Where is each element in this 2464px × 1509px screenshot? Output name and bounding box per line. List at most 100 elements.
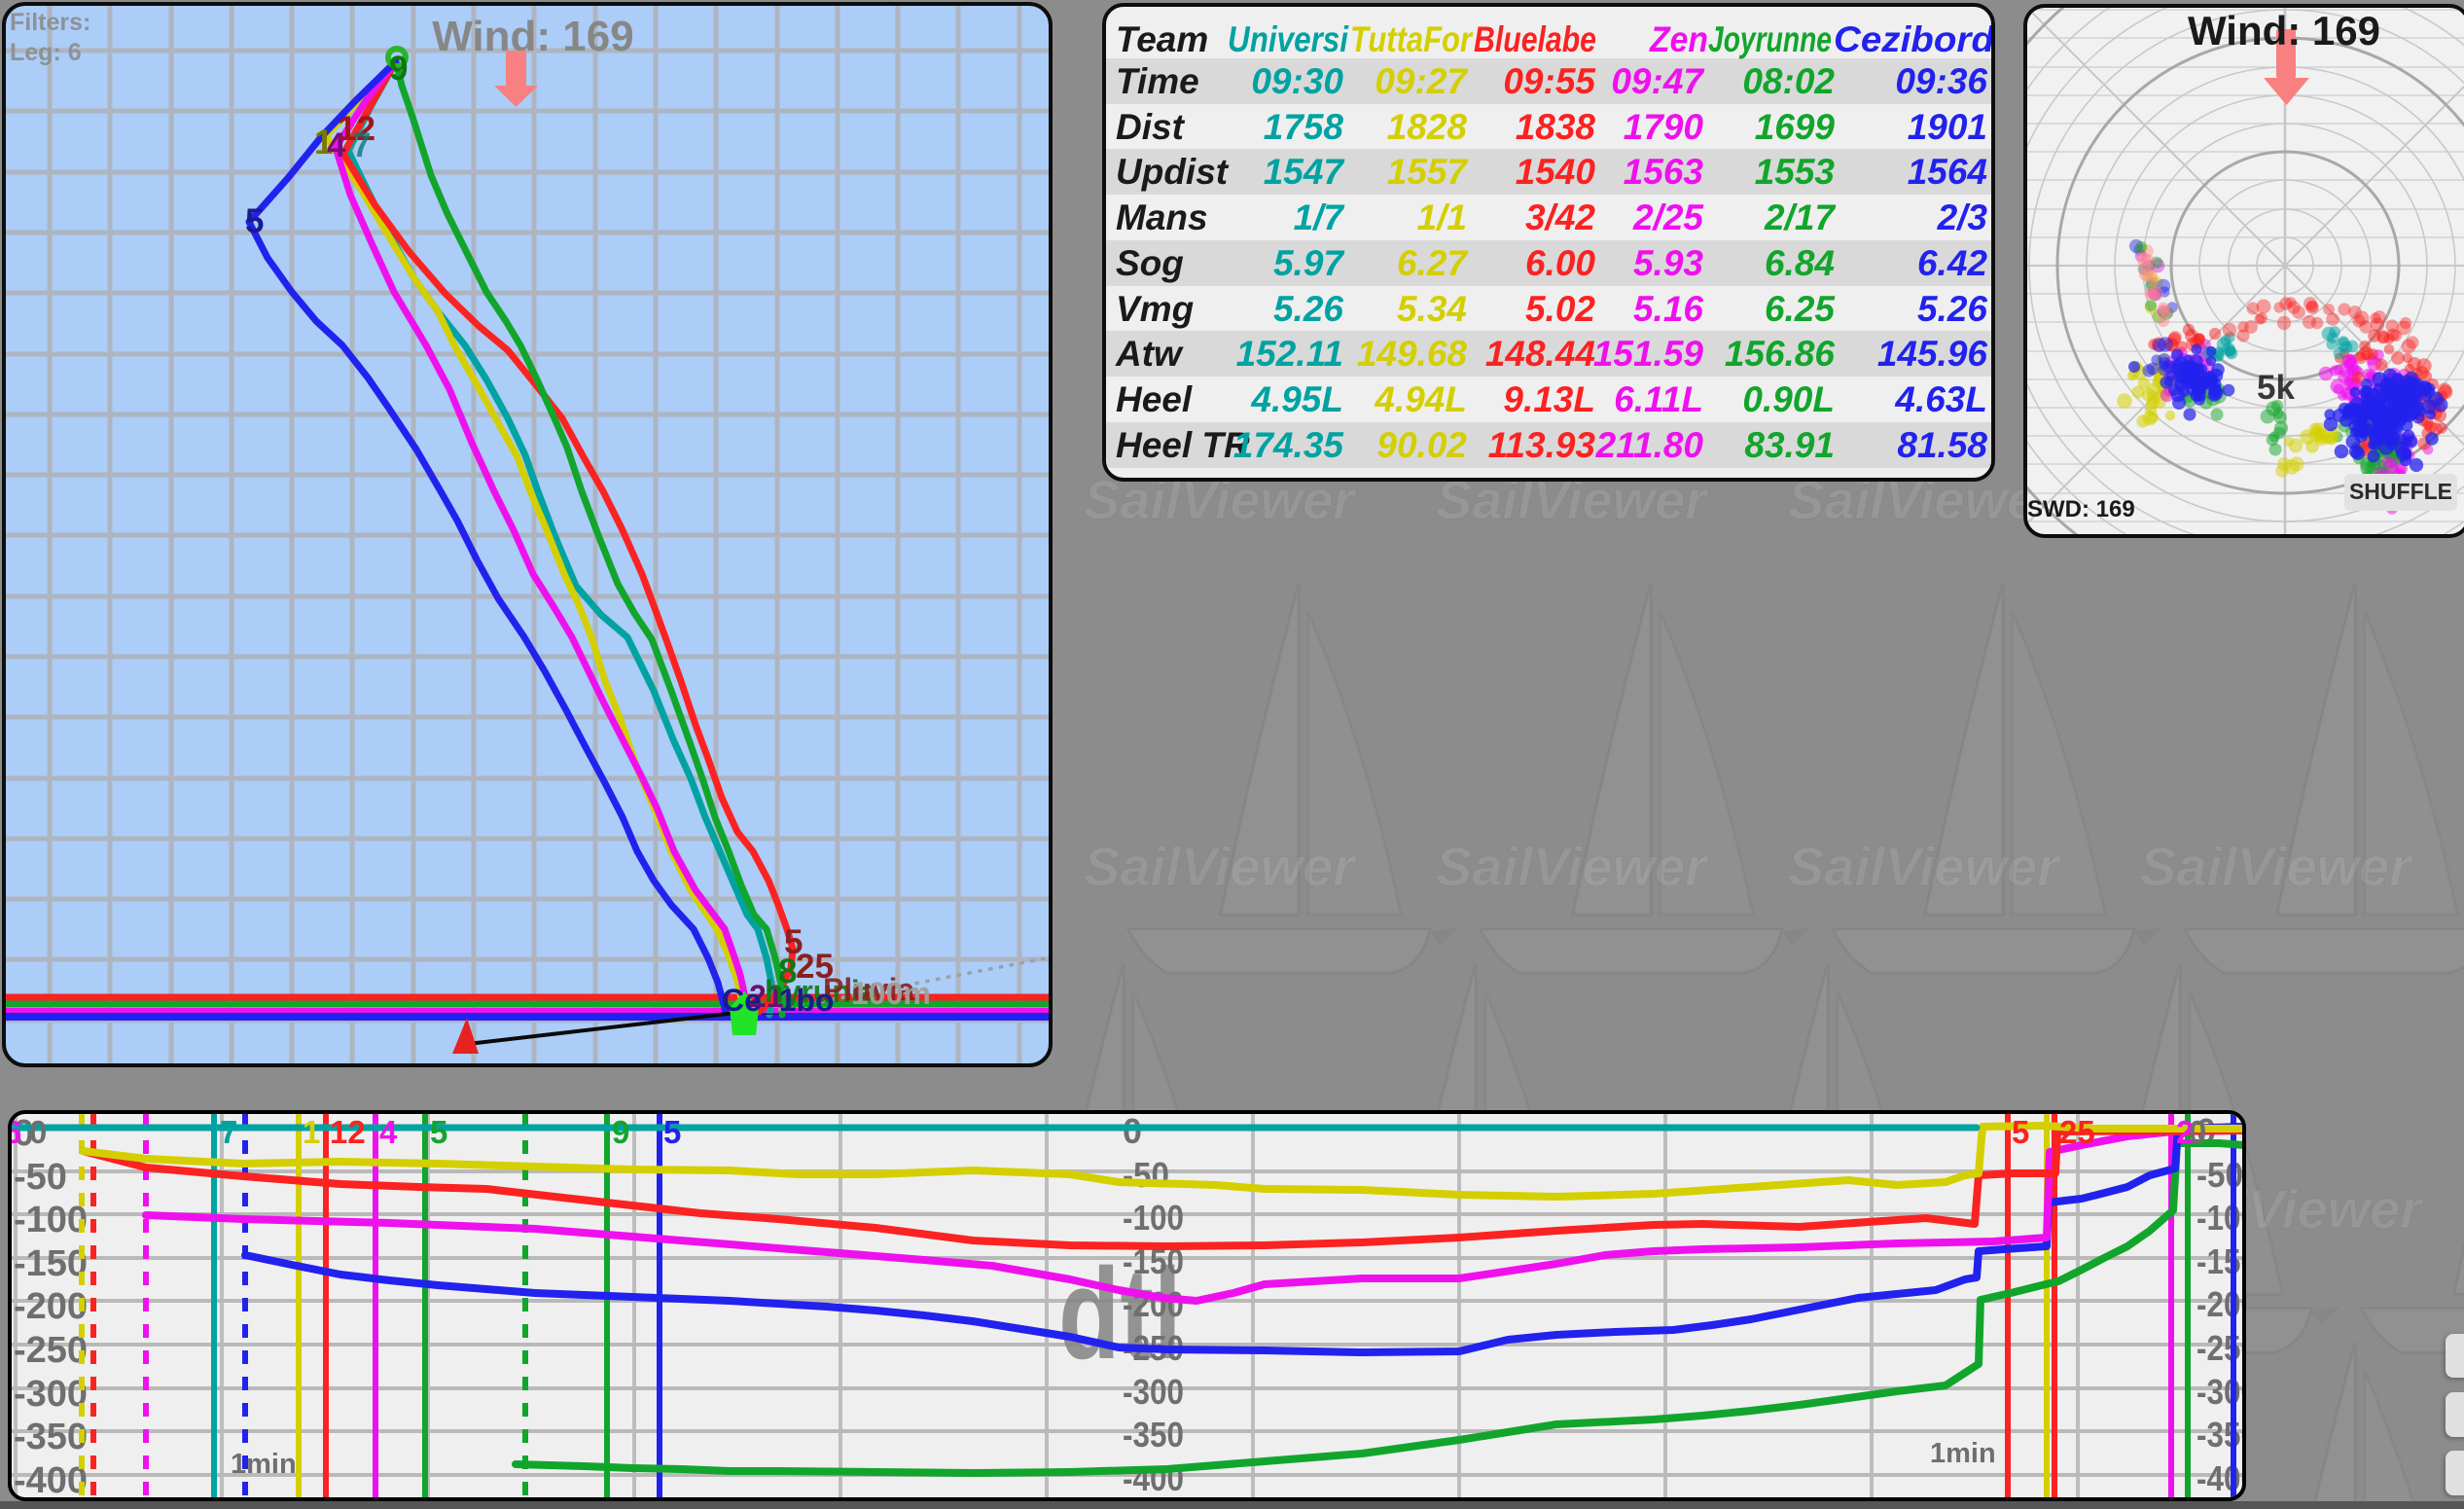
svg-text:2/25: 2/25 [1632, 198, 1704, 237]
svg-text:1564: 1564 [1908, 152, 1987, 192]
svg-text:Cezibord: Cezibord [1834, 19, 1991, 59]
svg-text:113.93: 113.93 [1488, 425, 1596, 465]
svg-text:09:27: 09:27 [1375, 61, 1469, 101]
svg-text:Updist: Updist [1116, 152, 1230, 192]
svg-text:1/7: 1/7 [1294, 198, 1346, 237]
svg-text:Dist: Dist [1116, 107, 1186, 147]
svg-text:4.63L: 4.63L [1894, 379, 1987, 419]
svg-text:4.94L: 4.94L [1374, 379, 1467, 419]
svg-text:Heel: Heel [1116, 379, 1193, 419]
svg-text:-150: -150 [14, 1243, 88, 1284]
svg-text:7: 7 [352, 126, 371, 164]
svg-text:5: 5 [2012, 1114, 2029, 1150]
svg-text:-50: -50 [14, 1157, 67, 1198]
svg-text:6.42: 6.42 [1917, 243, 1987, 283]
svg-text:6.25: 6.25 [1765, 289, 1836, 329]
svg-text:-350: -350 [1123, 1415, 1184, 1455]
svg-text:Leg: 6: Leg: 6 [10, 39, 82, 66]
svg-text:Time: Time [1116, 61, 1199, 101]
svg-text:152.11: 152.11 [1236, 334, 1343, 374]
svg-text:9: 9 [389, 50, 408, 88]
svg-text:09:55: 09:55 [1503, 61, 1596, 101]
svg-text:1699: 1699 [1755, 107, 1836, 147]
svg-text:211.80: 211.80 [1595, 425, 1704, 465]
svg-text:Universi: Universi [1228, 19, 1349, 59]
svg-text:1min: 1min [231, 1449, 297, 1480]
svg-text:12: 12 [330, 1114, 366, 1150]
svg-text:-100: -100 [14, 1200, 88, 1240]
svg-text:151.59: 151.59 [1593, 334, 1704, 374]
svg-text:6.84: 6.84 [1765, 243, 1835, 283]
svg-text:1min: 1min [1930, 1438, 1996, 1469]
svg-text:SailViewer: SailViewer [1436, 836, 1709, 897]
svg-text:0.90L: 0.90L [1742, 379, 1835, 419]
svg-text:1790: 1790 [1624, 107, 1704, 147]
svg-text:Wind: 169: Wind: 169 [432, 13, 633, 60]
svg-text:1: 1 [303, 1114, 320, 1150]
svg-text:7: 7 [220, 1114, 237, 1150]
svg-text:-300: -300 [1123, 1372, 1184, 1412]
svg-text:SailViewer: SailViewer [1084, 836, 1357, 897]
svg-text:5.26: 5.26 [1273, 289, 1343, 329]
svg-text:SHUFFLE: SHUFFLE [2349, 479, 2452, 504]
svg-text:-50: -50 [1123, 1155, 1169, 1195]
svg-text:5: 5 [663, 1114, 681, 1150]
svg-text:4.95L: 4.95L [1250, 379, 1343, 419]
svg-text:1838: 1838 [1516, 107, 1596, 147]
svg-text:Team: Team [1116, 19, 1208, 59]
svg-text:5: 5 [245, 202, 264, 240]
svg-text:174.35: 174.35 [1233, 425, 1345, 465]
svg-text:148.44: 148.44 [1485, 334, 1595, 374]
svg-text:9.13L: 9.13L [1503, 379, 1595, 419]
svg-text:5.34: 5.34 [1397, 289, 1467, 329]
svg-text:1547: 1547 [1264, 152, 1346, 192]
svg-text:1553: 1553 [1755, 152, 1836, 192]
svg-text:Joyrunne: Joyrunne [1708, 19, 1832, 59]
svg-text:5.02: 5.02 [1525, 289, 1595, 329]
svg-text:149.68: 149.68 [1357, 334, 1468, 374]
svg-text:09:30: 09:30 [1251, 61, 1343, 101]
svg-text:-350: -350 [14, 1417, 88, 1457]
svg-text:5k: 5k [2257, 369, 2295, 407]
svg-text:81.58: 81.58 [1897, 425, 1987, 465]
svg-text:5.26: 5.26 [1917, 289, 1987, 329]
svg-text:Bluelabe: Bluelabe [1474, 19, 1596, 59]
svg-text:SailViewer: SailViewer [2140, 836, 2413, 897]
svg-text:1901: 1901 [1908, 107, 1987, 147]
svg-text:SWD: 169: SWD: 169 [2027, 496, 2135, 522]
svg-text:5.97: 5.97 [1273, 243, 1345, 283]
svg-text:1540: 1540 [1516, 152, 1596, 192]
svg-text:Zen: Zen [1649, 19, 1708, 59]
svg-text:TuttaFor: TuttaFor [1350, 19, 1474, 59]
svg-text:4: 4 [379, 1114, 398, 1150]
svg-text:09:36: 09:36 [1895, 61, 1987, 101]
svg-text:Mans: Mans [1116, 198, 1208, 237]
svg-text:0: 0 [2189, 1114, 2206, 1150]
svg-text:5.93: 5.93 [1633, 243, 1703, 283]
svg-text:1828: 1828 [1387, 107, 1468, 147]
svg-text:6.27: 6.27 [1397, 243, 1469, 283]
svg-text:9: 9 [612, 1114, 629, 1150]
svg-text:156.86: 156.86 [1725, 334, 1836, 374]
svg-text:Atw: Atw [1115, 334, 1184, 374]
svg-text:Sog: Sog [1116, 243, 1184, 283]
svg-text:08:02: 08:02 [1742, 61, 1835, 101]
svg-text:Ce_1bo: Ce_1bo [722, 983, 835, 1018]
svg-text:25: 25 [2059, 1114, 2095, 1150]
svg-text:Filters:: Filters: [10, 9, 90, 36]
svg-text:1563: 1563 [1624, 152, 1704, 192]
svg-text:83.91: 83.91 [1744, 425, 1835, 465]
svg-text:5.16: 5.16 [1633, 289, 1703, 329]
svg-text:-200: -200 [14, 1286, 88, 1327]
svg-text:6.11L: 6.11L [1614, 379, 1703, 419]
svg-text:Wind: 169: Wind: 169 [2188, 8, 2380, 54]
svg-text:2/3: 2/3 [1937, 198, 1988, 237]
svg-text:1758: 1758 [1264, 107, 1344, 147]
svg-text:2/17: 2/17 [1764, 198, 1837, 237]
svg-text:6: 6 [12, 1114, 21, 1150]
svg-text:100m: 100m [851, 976, 931, 1011]
svg-text:1/1: 1/1 [1417, 198, 1467, 237]
svg-text:Heel TR: Heel TR [1116, 425, 1250, 465]
svg-text:-100: -100 [1123, 1198, 1184, 1238]
svg-text:SailViewer: SailViewer [1788, 836, 2061, 897]
